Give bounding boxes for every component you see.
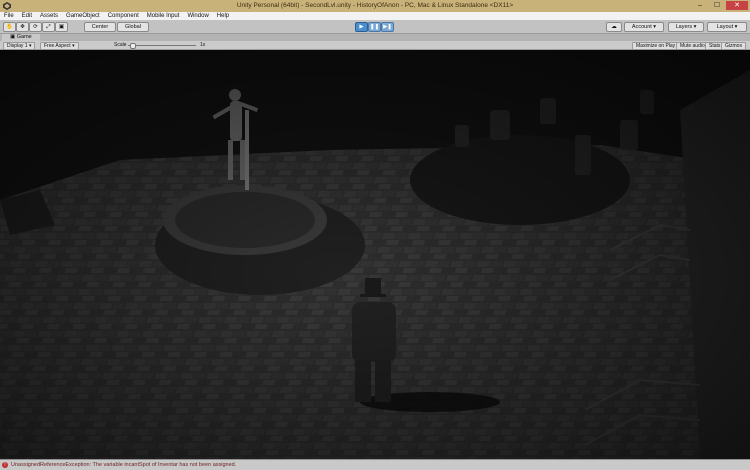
game-tab-icon: ▣ [10, 34, 17, 40]
game-viewport[interactable] [0, 50, 750, 459]
game-scene [0, 50, 750, 459]
menu-window[interactable]: Window [183, 13, 212, 19]
display-dropdown[interactable]: Display 1 ▾ [3, 42, 36, 50]
scale-icon: ⤢ [46, 24, 51, 30]
step-button[interactable]: ▶❚ [381, 22, 394, 32]
error-icon: ! [2, 462, 8, 468]
layout-dropdown[interactable]: Layout ▾ [707, 22, 747, 32]
rotate-tool-button[interactable]: ⟳ [29, 22, 42, 32]
menu-mobile-input[interactable]: Mobile Input [143, 13, 184, 19]
space-toggle[interactable]: Global [117, 22, 149, 32]
scale-tool-button[interactable]: ⤢ [42, 22, 55, 32]
status-bar[interactable]: ! UnassignedReferenceException: The vari… [0, 459, 750, 470]
gizmos-dropdown[interactable]: Gizmos [721, 42, 746, 50]
layers-dropdown[interactable]: Layers ▾ [668, 22, 704, 32]
menu-file[interactable]: File [0, 13, 18, 19]
hand-tool-button[interactable]: ✋ [3, 22, 16, 32]
menu-component[interactable]: Component [104, 13, 143, 19]
pivot-toggle[interactable]: Center [84, 22, 116, 32]
window-titlebar[interactable]: Unity Personal (64bit) - SecondLvl.unity… [0, 0, 750, 12]
move-tool-button[interactable]: ✥ [16, 22, 29, 32]
close-button[interactable]: ✕ [726, 1, 748, 10]
move-icon: ✥ [20, 24, 25, 30]
scale-value: 1x [200, 42, 206, 48]
account-dropdown[interactable]: Account ▾ [624, 22, 664, 32]
tab-bar: ▣ Game [0, 34, 750, 41]
scale-label: Scale [114, 42, 127, 48]
minimize-button[interactable]: – [692, 1, 708, 10]
step-icon: ▶❚ [383, 24, 392, 30]
menu-help[interactable]: Help [213, 13, 233, 19]
console-message[interactable]: UnassignedReferenceException: The variab… [11, 462, 236, 468]
maximize-button[interactable]: ☐ [709, 1, 725, 10]
rect-icon: ▣ [58, 24, 65, 30]
aspect-dropdown[interactable]: Free Aspect ▾ [40, 42, 79, 50]
play-button[interactable]: ▶ [355, 22, 368, 32]
tab-game[interactable]: ▣ Game [2, 34, 40, 41]
scale-slider-handle[interactable] [130, 43, 136, 49]
menu-bar: File Edit Assets GameObject Component Mo… [0, 12, 750, 20]
maximize-on-play-toggle[interactable]: Maximize on Play [632, 42, 680, 50]
mute-audio-toggle[interactable]: Mute audio [676, 42, 709, 50]
cloud-icon: ☁ [611, 24, 617, 30]
play-icon: ▶ [359, 24, 364, 30]
menu-edit[interactable]: Edit [18, 13, 36, 19]
scale-slider-track[interactable] [128, 45, 196, 46]
rotate-icon: ⟳ [33, 24, 38, 30]
main-toolbar: ✋ ✥ ⟳ ⤢ ▣ Center Global ▶ ❚❚ ▶❚ ☁ Accoun… [0, 20, 750, 34]
game-view-toolbar: Display 1 ▾ Free Aspect ▾ Scale 1x Maxim… [0, 41, 750, 50]
pause-icon: ❚❚ [369, 24, 380, 30]
cloud-button[interactable]: ☁ [606, 22, 622, 32]
pause-button[interactable]: ❚❚ [368, 22, 381, 32]
hand-icon: ✋ [6, 24, 13, 30]
menu-gameobject[interactable]: GameObject [62, 13, 104, 19]
menu-assets[interactable]: Assets [36, 13, 62, 19]
rect-tool-button[interactable]: ▣ [55, 22, 68, 32]
window-title: Unity Personal (64bit) - SecondLvl.unity… [236, 2, 514, 9]
vignette [0, 50, 750, 459]
